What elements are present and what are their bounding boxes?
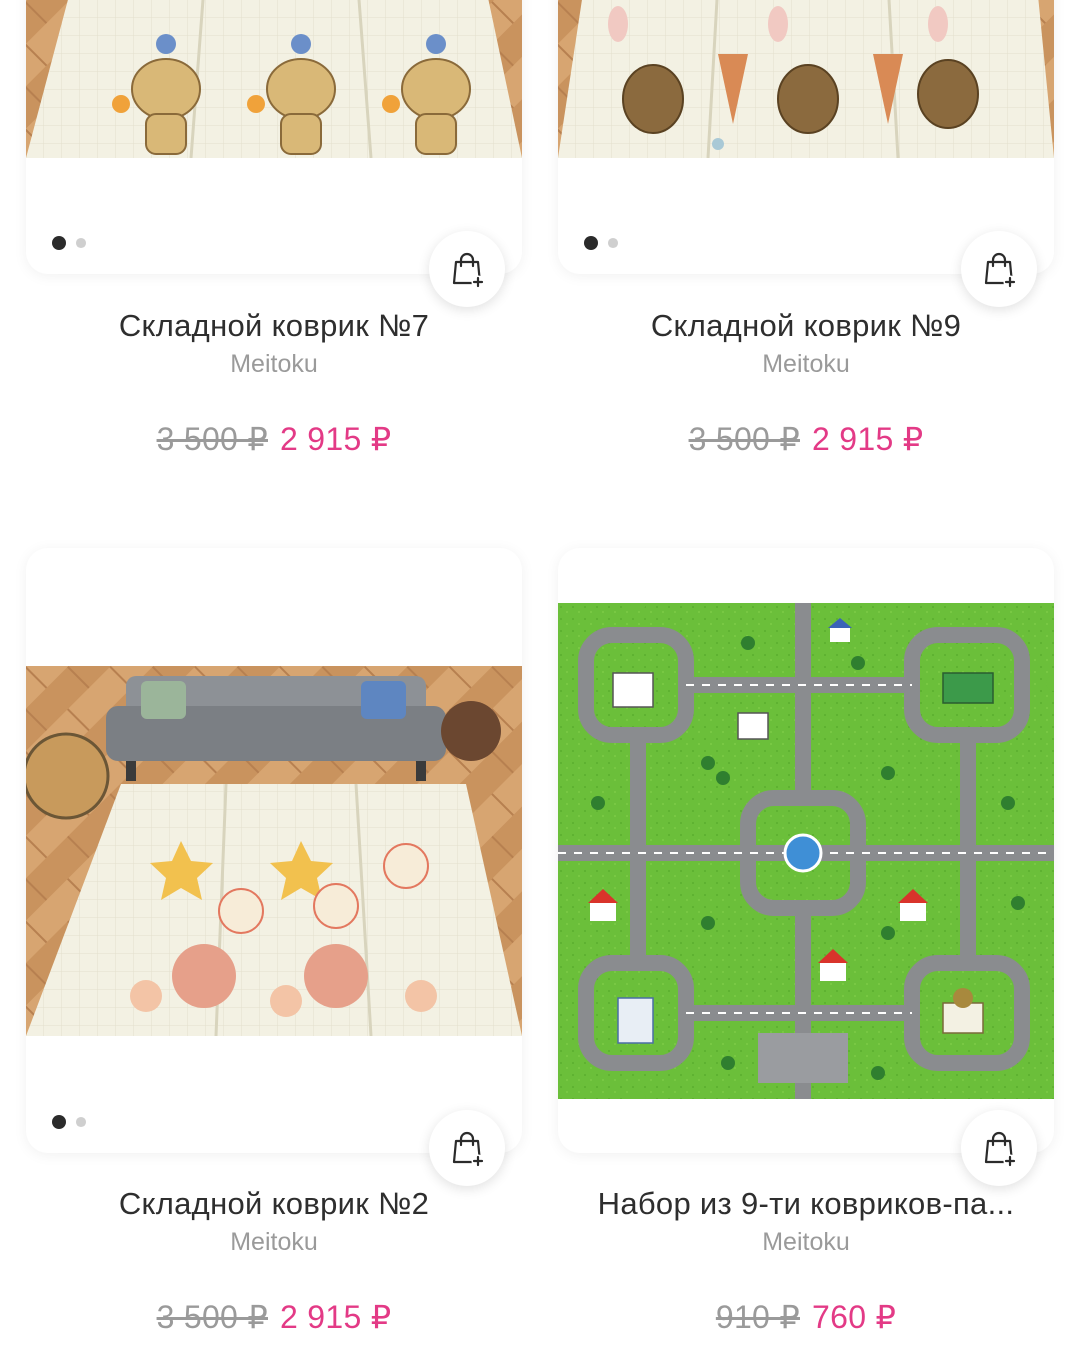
add-to-cart-button[interactable] <box>961 231 1037 307</box>
product-card[interactable]: Складной коврик №7 Meitoku 3 500 ₽2 915 … <box>26 0 522 457</box>
carousel-dot[interactable] <box>52 236 66 250</box>
carousel-dot[interactable] <box>75 237 87 249</box>
product-brand: Meitoku <box>230 350 318 378</box>
old-price: 3 500 ₽ <box>156 1299 268 1335</box>
add-to-cart-button[interactable] <box>429 1110 505 1186</box>
add-to-cart-button[interactable] <box>429 231 505 307</box>
carousel-dot[interactable] <box>584 236 598 250</box>
product-title[interactable]: Складной коврик №7 <box>14 308 534 344</box>
product-title[interactable]: Складной коврик №2 <box>14 1186 534 1222</box>
product-image[interactable] <box>558 603 1054 1099</box>
product-media[interactable] <box>558 0 1054 274</box>
old-price: 3 500 ₽ <box>156 421 268 457</box>
product-prices: 3 500 ₽ 2 915 ₽ <box>26 1298 522 1336</box>
product-title[interactable]: Набор из 9-ти ковриков-па... <box>546 1186 1066 1222</box>
shopping-bag-plus-icon <box>447 1128 487 1168</box>
product-title[interactable]: Складной коврик №9 <box>546 308 1066 344</box>
product-card[interactable]: Складной коврик №9 Meitoku 3 500 ₽2 915 … <box>558 0 1054 457</box>
current-price: 2 915 ₽ <box>280 1299 392 1335</box>
product-image[interactable] <box>26 666 522 1036</box>
product-media[interactable] <box>558 548 1054 1153</box>
current-price: 2 915 ₽ <box>812 421 924 457</box>
carousel-dot[interactable] <box>607 237 619 249</box>
shopping-bag-plus-icon <box>447 249 487 289</box>
product-brand: Meitoku <box>762 350 850 378</box>
product-prices: 3 500 ₽ 2 915 ₽ <box>558 420 1054 458</box>
old-price: 3 500 ₽ <box>688 421 800 457</box>
shopping-bag-plus-icon <box>979 1128 1019 1168</box>
carousel-dots[interactable] <box>52 1115 88 1129</box>
old-price: 910 ₽ <box>715 1299 800 1335</box>
product-media[interactable] <box>26 548 522 1153</box>
carousel-dots[interactable] <box>52 236 88 250</box>
product-image[interactable] <box>558 0 1054 158</box>
product-card[interactable]: Набор из 9-ти ковриков-па... Meitoku 910… <box>558 548 1054 1335</box>
product-brand: Meitoku <box>230 1228 318 1256</box>
product-image[interactable] <box>26 0 522 158</box>
shopping-bag-plus-icon <box>979 249 1019 289</box>
carousel-dot[interactable] <box>75 1116 87 1128</box>
current-price: 760 ₽ <box>812 1299 897 1335</box>
current-price: 2 915 ₽ <box>280 421 392 457</box>
product-card[interactable]: Складной коврик №2 Meitoku 3 500 ₽2 915 … <box>26 548 522 1335</box>
product-prices: 3 500 ₽ 2 915 ₽ <box>26 420 522 458</box>
product-brand: Meitoku <box>762 1228 850 1256</box>
product-media[interactable] <box>26 0 522 274</box>
add-to-cart-button[interactable] <box>961 1110 1037 1186</box>
carousel-dot[interactable] <box>52 1115 66 1129</box>
product-prices: 910 ₽ 760 ₽ <box>558 1298 1054 1336</box>
carousel-dots[interactable] <box>584 236 620 250</box>
